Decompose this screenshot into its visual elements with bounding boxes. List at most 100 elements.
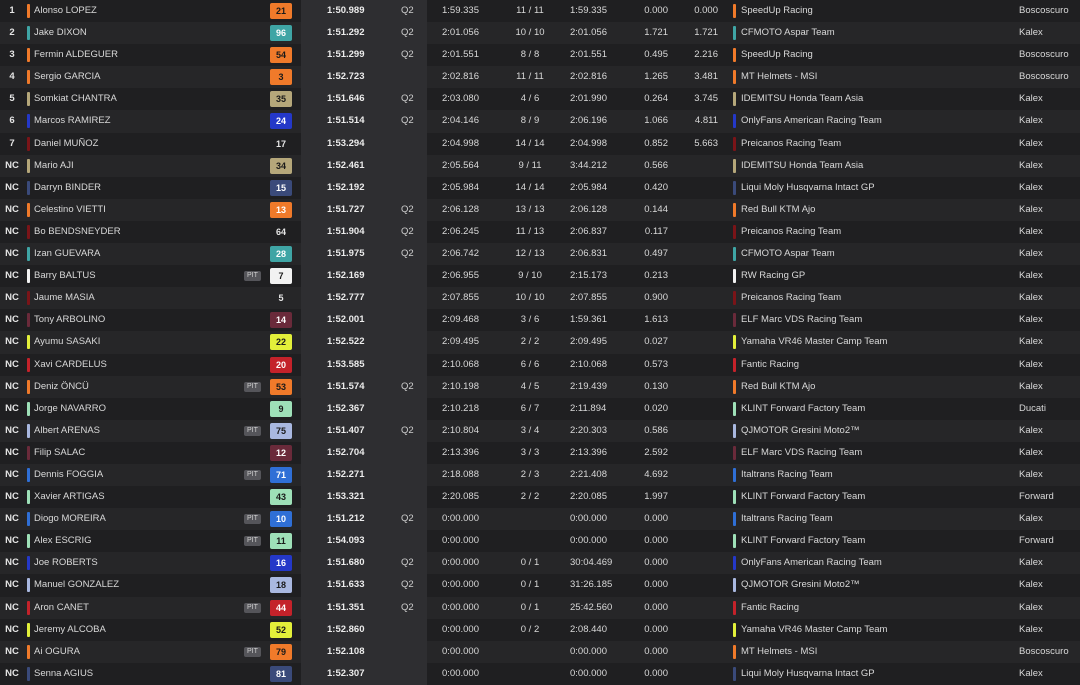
team-name: ELF Marc VDS Racing Team: [741, 446, 863, 458]
rider-name: Jake DIXON: [34, 27, 87, 39]
qualifying-tag: Q2: [401, 424, 414, 436]
rider-position: NC: [5, 535, 19, 547]
total-time: 1:59.335: [570, 5, 607, 16]
lap-count: 0 / 1: [520, 557, 540, 569]
last-lap-time: 2:18.088: [442, 468, 479, 480]
gap-to-previous: 1.265: [644, 71, 668, 83]
table-row[interactable]: NC Dennis FOGGIA 1:52.271 2:18.088 2 / 3 2:21…: [0, 463, 1080, 487]
rider-number-badge: 9: [270, 400, 292, 417]
rider-position: NC: [5, 181, 19, 193]
team-color-marker: [733, 357, 736, 372]
team-name: Italtrans Racing Team: [741, 468, 833, 480]
table-row[interactable]: NC Albert ARENAS 1:51.407 Q2 2:10.804 3 / 4 2:…: [0, 419, 1080, 442]
rider-position: 1: [9, 5, 15, 16]
gap-to-previous: 0.000: [644, 667, 668, 679]
table-row[interactable]: 6 Marcos RAMIREZ 1:51.514 Q2 2:04.146 8 / 9 2:…: [0, 110, 1080, 133]
bike-manufacturer: Forward: [1019, 535, 1054, 547]
rider-name: Jaume MASIA: [34, 292, 95, 304]
table-row[interactable]: 4 Sergio GARCIA 1:52.723 2:02.816 11 / 11 2:0…: [0, 66, 1080, 89]
lap-count: 10 / 10: [515, 292, 545, 304]
lap-count: 9 / 11: [518, 159, 542, 171]
table-row[interactable]: NC Bo BENDSNEYDER 1:51.904 Q2 2:06.245 11 / 1…: [0, 220, 1080, 244]
team-color-marker: [733, 136, 736, 151]
lap-count: 3 / 4: [520, 424, 540, 436]
lap-count: [500, 530, 560, 552]
last-lap-time: 2:06.955: [442, 270, 479, 282]
last-lap-time: 0:00.000: [442, 513, 479, 525]
rider-number-badge: 79: [270, 643, 292, 660]
table-row[interactable]: NC Manuel GONZALEZ 1:51.633 Q2 0:00.000 0 / 1…: [0, 574, 1080, 597]
table-row[interactable]: NC Mario AJI 1:52.461 2:05.564 9 / 11 3:44.21…: [0, 154, 1080, 177]
pit-badge: PIT: [244, 602, 261, 613]
bike-manufacturer: Kalex: [1019, 623, 1043, 635]
table-row[interactable]: 2 Jake DIXON 1:51.292 Q2 2:01.056 10 / 10 2:01…: [0, 22, 1080, 45]
table-row[interactable]: NC Joe ROBERTS 1:51.680 Q2 0:00.000 0 / 1 30:0…: [0, 552, 1080, 575]
table-row[interactable]: NC Jaume MASIA 1:52.777 2:07.855 10 / 10 2:07…: [0, 287, 1080, 310]
bike-manufacturer: Ducati: [1019, 402, 1046, 414]
total-time: 0:00.000: [570, 535, 607, 547]
table-row[interactable]: NC Senna AGIUS 1:52.307 0:00.000 0:00.000 0.0…: [0, 662, 1080, 685]
table-row[interactable]: NC Barry BALTUS 1:52.169 2:06.955 9 / 10 2:15…: [0, 265, 1080, 288]
table-row[interactable]: 1 Alonso LOPEZ 1:50.989 Q2 1:59.335 11 / 11 1:…: [0, 0, 1080, 23]
table-row[interactable]: NC Diogo MOREIRA 1:51.212 Q2 0:00.000 0:00.00…: [0, 508, 1080, 531]
team-name: Preicanos Racing Team: [741, 225, 842, 237]
table-row[interactable]: NC Xavier ARTIGAS 1:53.321 2:20.085 2 / 2 2:2…: [0, 486, 1080, 509]
rider-name: Xavier ARTIGAS: [34, 491, 105, 503]
bike-manufacturer: Kalex: [1019, 667, 1043, 679]
total-time: 2:11.894: [570, 402, 607, 414]
pit-badge: PIT: [244, 271, 261, 282]
team-name: Italtrans Racing Team: [741, 513, 833, 525]
rider-position: NC: [5, 380, 19, 392]
rider-name: Filip SALAC: [34, 446, 86, 458]
rider-number-badge: 13: [270, 201, 292, 218]
team-color-bar: [27, 202, 30, 217]
total-time: 2:20.303: [570, 424, 607, 436]
rider-number-badge: 21: [270, 3, 292, 19]
lap-count: 2 / 3: [520, 468, 540, 480]
qualifying-tag: Q2: [401, 248, 414, 260]
table-row[interactable]: NC Alex ESCRIG 1:54.093 0:00.000 0:00.000 0.0…: [0, 530, 1080, 553]
table-row[interactable]: NC Celestino VIETTI 1:51.727 Q2 2:06.128 13 /…: [0, 198, 1080, 221]
bike-manufacturer: Kalex: [1019, 314, 1043, 326]
table-row[interactable]: NC Tony ARBOLINO 1:52.001 2:09.468 3 / 6 1:59…: [0, 309, 1080, 332]
pit-badge: PIT: [244, 646, 261, 657]
rider-number-badge: 34: [270, 157, 292, 174]
rider-number-badge: 7: [270, 268, 292, 285]
last-lap-time: 2:09.495: [442, 336, 479, 348]
rider-position: NC: [5, 424, 19, 436]
gap-to-previous: 0.000: [644, 601, 668, 613]
table-row[interactable]: 7 Daniel MUÑOZ 1:53.294 2:04.998 14 / 14 2:04…: [0, 132, 1080, 155]
table-row[interactable]: NC Ai OGURA 1:52.108 0:00.000 0:00.000 0.000 M…: [0, 640, 1080, 663]
rider-name: Izan GUEVARA: [34, 248, 101, 260]
table-row[interactable]: NC Xavi CARDELUS 1:53.585 2:10.068 6 / 6 2:10…: [0, 353, 1080, 376]
table-row[interactable]: NC Aron CANET 1:51.351 Q2 0:00.000 0 / 1 25:42…: [0, 596, 1080, 619]
table-row[interactable]: NC Jorge NAVARRO 1:52.367 2:10.218 6 / 7 2:11…: [0, 397, 1080, 420]
total-time: 2:15.173: [570, 270, 607, 282]
team-color-marker: [733, 158, 736, 173]
bike-manufacturer: Kalex: [1019, 181, 1043, 193]
gap-to-leader: [680, 331, 718, 353]
team-color-marker: [733, 644, 736, 659]
table-row[interactable]: NC Ayumu SASAKI 1:52.522 2:09.495 2 / 2 2:09.…: [0, 331, 1080, 354]
gap-to-previous: 4.692: [644, 468, 668, 480]
total-time: 2:20.085: [570, 491, 607, 503]
lap-count: 3 / 6: [520, 314, 540, 326]
qualifying-tag: [401, 155, 423, 177]
table-row[interactable]: NC Darryn BINDER 1:52.192 2:05.984 14 / 14 2:…: [0, 176, 1080, 199]
table-row[interactable]: 3 Fermin ALDEGUER 1:51.299 Q2 2:01.551 8 / 82…: [0, 44, 1080, 67]
bike-manufacturer: Kalex: [1019, 115, 1043, 127]
table-row[interactable]: NC Filip SALAC 1:52.704 2:13.396 3 / 3 2:13.3…: [0, 441, 1080, 464]
last-lap-time: 0:00.000: [442, 667, 479, 679]
table-row[interactable]: NC Izan GUEVARA 1:51.975 Q2 2:06.742 12 / 13 2…: [0, 243, 1080, 266]
team-color-bar: [27, 269, 30, 284]
table-row[interactable]: NC Jeremy ALCOBA 1:52.860 0:00.000 0 / 2 2:08…: [0, 618, 1080, 641]
last-lap-time: 2:01.551: [442, 49, 479, 61]
last-lap-time: 2:09.468: [442, 314, 479, 326]
table-row[interactable]: NC Deniz ÖNCÜ 1:51.574 Q2 2:10.198 4 / 5 2:19.…: [0, 375, 1080, 398]
rider-number-badge: 22: [270, 334, 292, 351]
total-time: 2:06.196: [570, 115, 607, 127]
lap-count: 4 / 6: [520, 93, 540, 105]
team-color-bar: [27, 357, 30, 372]
rider-name: Deniz ÖNCÜ: [34, 380, 89, 392]
table-row[interactable]: 5 Somkiat CHANTRA 1:51.646 Q2 2:03.080 4 / 62…: [0, 88, 1080, 111]
